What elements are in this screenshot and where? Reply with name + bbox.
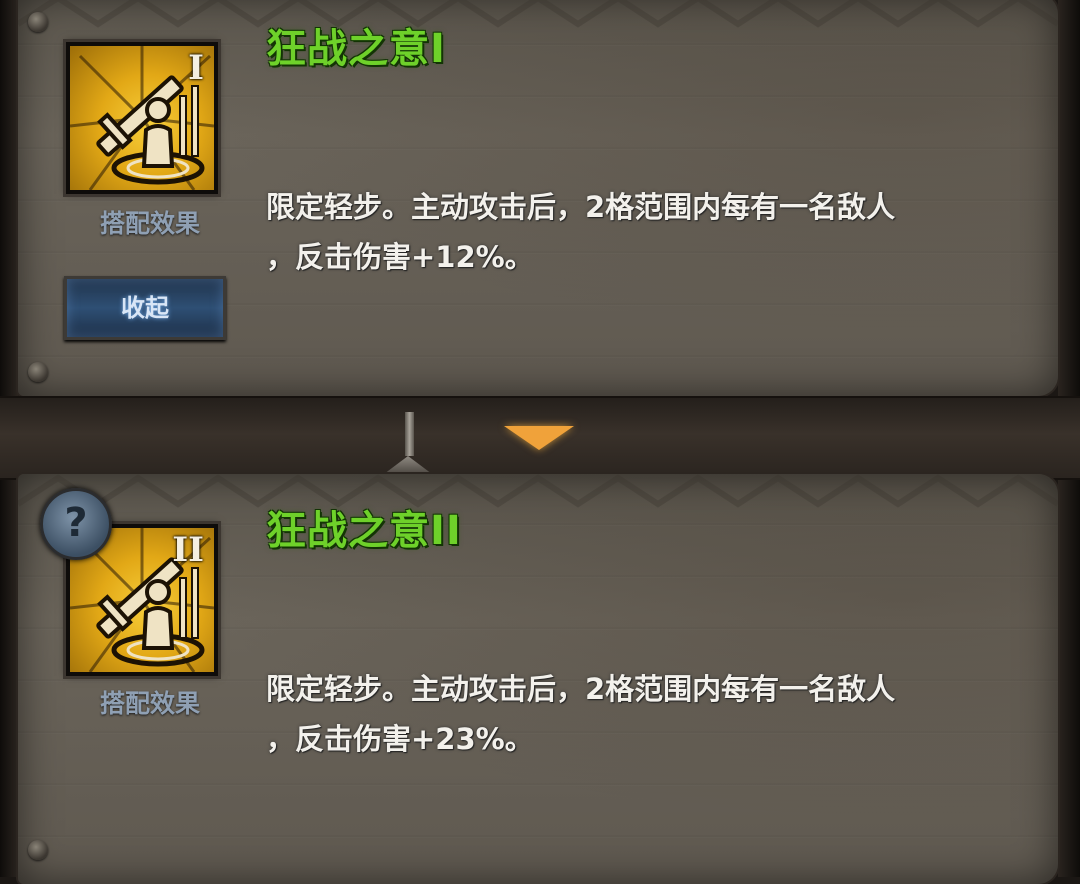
skill-title-level: I [430, 26, 446, 72]
skill-icon-frame[interactable]: I [66, 42, 218, 194]
panel-pattern [18, 474, 1058, 508]
collapse-button[interactable]: 收起 [64, 276, 226, 340]
skill-panel-1: I 搭配效果 收起 狂战之意I 限定轻步。主动攻击后，2格范围内每有一名敌人 ，… [18, 0, 1058, 396]
skill-title: 狂战之意II [266, 498, 462, 556]
triangle-down-icon[interactable] [504, 426, 574, 450]
skill-description-line: ，反击伤害+12%。 [266, 240, 534, 274]
skill-level-numeral: II [172, 530, 204, 570]
skill-title-text: 狂战之意 [266, 26, 430, 72]
skill-description-line: 限定轻步。主动攻击后，2格范围内每有一名敌人 [266, 190, 896, 224]
sword-person-icon: I [70, 46, 214, 190]
combo-effect-label: 搭配效果 [99, 689, 200, 718]
skill-description-line: 限定轻步。主动攻击后，2格范围内每有一名敌人 [266, 672, 896, 706]
rivet [28, 12, 48, 32]
skill-description: 限定轻步。主动攻击后，2格范围内每有一名敌人 ，反击伤害+12%。 [266, 182, 1006, 282]
skill-title: 狂战之意I [266, 16, 446, 74]
combo-effect-label: 搭配效果 [99, 209, 200, 238]
question-icon[interactable]: ? [40, 488, 112, 560]
skill-title-text: 狂战之意 [266, 508, 430, 554]
rivet [28, 840, 48, 860]
skill-title-level: II [430, 508, 462, 554]
rivet [28, 362, 48, 382]
divider-post [405, 412, 414, 456]
skill-level-numeral: I [188, 48, 204, 88]
skill-description: 限定轻步。主动攻击后，2格范围内每有一名敌人 ，反击伤害+23%。 [266, 664, 1006, 764]
skill-panel-2: II ? 搭配效果 狂战之意II 限定轻步。主动攻击后，2格范围内每有一名敌人 … [18, 474, 1058, 884]
panel-pattern [18, 0, 1058, 28]
skill-description-line: ，反击伤害+23%。 [266, 722, 534, 756]
